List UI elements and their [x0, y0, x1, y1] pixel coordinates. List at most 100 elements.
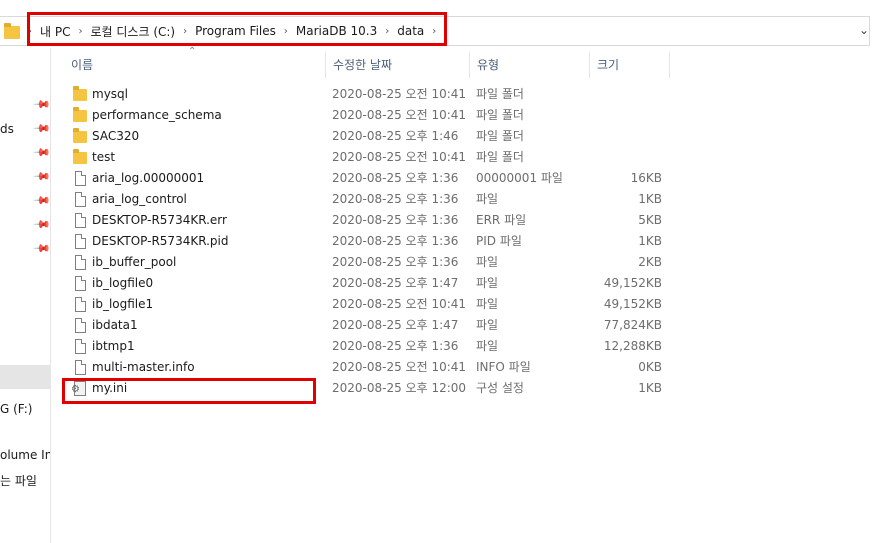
- file-type: 파일: [476, 318, 499, 332]
- file-type: 파일 폴더: [476, 150, 524, 164]
- file-row[interactable]: ib_buffer_pool 2020-08-25 오후 1:36 파일 2KB: [64, 252, 674, 273]
- chevron-right-icon[interactable]: ›: [179, 26, 191, 37]
- file-type: 00000001 파일: [476, 171, 563, 185]
- file-icon: [75, 171, 86, 186]
- file-row[interactable]: performance_schema 2020-08-25 오전 10:41 파…: [64, 105, 674, 126]
- file-icon: [75, 234, 86, 249]
- column-header-size[interactable]: 크기: [590, 52, 670, 78]
- file-name: DESKTOP-R5734KR.pid: [92, 234, 229, 248]
- column-header-date[interactable]: 수정한 날짜: [326, 52, 470, 78]
- chevron-right-icon[interactable]: ›: [280, 26, 292, 37]
- breadcrumb-this-pc[interactable]: 내 PC: [36, 23, 74, 40]
- file-name: performance_schema: [92, 108, 222, 122]
- pin-icon[interactable]: 📌: [32, 95, 50, 114]
- file-name: ib_logfile1: [92, 297, 154, 311]
- file-date: 2020-08-25 오전 10:41: [332, 108, 467, 122]
- chevron-down-icon[interactable]: ⌄: [859, 23, 869, 37]
- file-name: DESKTOP-R5734KR.err: [92, 213, 227, 227]
- folder-icon: [4, 23, 20, 39]
- pin-icon[interactable]: 📌: [32, 239, 50, 258]
- file-icon: [75, 276, 86, 291]
- column-header-name[interactable]: 이름: [64, 52, 326, 78]
- file-row[interactable]: ib_logfile1 2020-08-25 오전 10:41 파일 49,15…: [64, 294, 674, 315]
- address-bar[interactable]: › 내 PC › 로컬 디스크 (C:) › Program Files › M…: [0, 14, 878, 48]
- pin-icon[interactable]: 📌: [32, 215, 50, 234]
- file-row[interactable]: SAC320 2020-08-25 오후 1:46 파일 폴더: [64, 126, 674, 147]
- file-row[interactable]: DESKTOP-R5734KR.pid 2020-08-25 오후 1:36 P…: [64, 231, 674, 252]
- nav-item-volume-info[interactable]: olume Inf: [0, 448, 50, 462]
- nav-item-downloads[interactable]: ds: [0, 122, 14, 136]
- file-row[interactable]: ibdata1 2020-08-25 오후 1:47 파일 77,824KB: [64, 315, 674, 336]
- breadcrumb-program-files[interactable]: Program Files: [191, 24, 280, 38]
- file-type: 파일 폴더: [476, 87, 524, 101]
- column-header-row: ⌃ 이름 수정한 날짜 유형 크기: [64, 46, 674, 78]
- file-date: 2020-08-25 오전 10:41: [332, 87, 467, 101]
- file-icon: [75, 318, 86, 333]
- breadcrumb-local-disk[interactable]: 로컬 디스크 (C:): [86, 23, 179, 40]
- file-type: PID 파일: [476, 234, 522, 248]
- file-type: 파일 폴더: [476, 129, 524, 143]
- breadcrumb-data[interactable]: data: [393, 24, 428, 38]
- file-row[interactable]: aria_log.00000001 2020-08-25 오후 1:36 000…: [64, 168, 674, 189]
- nav-item-files[interactable]: 는 파일: [0, 472, 37, 489]
- pin-icon[interactable]: 📌: [32, 143, 50, 162]
- file-name: SAC320: [92, 129, 140, 143]
- folder-icon: [73, 86, 87, 101]
- file-row[interactable]: mysql 2020-08-25 오전 10:41 파일 폴더: [64, 84, 674, 105]
- file-name: ib_logfile0: [92, 276, 154, 290]
- file-row[interactable]: test 2020-08-25 오전 10:41 파일 폴더: [64, 147, 674, 168]
- file-row[interactable]: ib_logfile0 2020-08-25 오후 1:47 파일 49,152…: [64, 273, 674, 294]
- file-type: ERR 파일: [476, 213, 527, 227]
- pin-icon[interactable]: 📌: [32, 119, 50, 138]
- file-date: 2020-08-25 오전 10:41: [332, 360, 467, 374]
- file-size: 16KB: [630, 171, 662, 185]
- column-header-type[interactable]: 유형: [470, 52, 590, 78]
- pin-icon[interactable]: 📌: [32, 191, 50, 210]
- file-icon: [75, 297, 86, 312]
- file-date: 2020-08-25 오후 1:36: [332, 192, 459, 206]
- chevron-right-icon[interactable]: ›: [24, 26, 36, 37]
- chevron-right-icon[interactable]: ›: [428, 26, 440, 37]
- file-size: 1KB: [638, 234, 662, 248]
- file-type: 파일: [476, 339, 499, 353]
- folder-icon: [73, 149, 87, 164]
- file-type: INFO 파일: [476, 360, 531, 374]
- file-date: 2020-08-25 오후 1:36: [332, 255, 459, 269]
- file-date: 2020-08-25 오후 1:36: [332, 213, 459, 227]
- file-date: 2020-08-25 오전 10:41: [332, 150, 467, 164]
- chevron-right-icon[interactable]: ›: [381, 26, 393, 37]
- file-type: 파일: [476, 276, 499, 290]
- file-name: multi-master.info: [92, 360, 195, 374]
- file-date: 2020-08-25 오후 1:36: [332, 234, 459, 248]
- file-icon: [75, 339, 86, 354]
- file-size: 1KB: [638, 381, 662, 395]
- breadcrumb-mariadb[interactable]: MariaDB 10.3: [292, 24, 381, 38]
- chevron-right-icon[interactable]: ›: [74, 26, 86, 37]
- pin-icon[interactable]: 📌: [32, 167, 50, 186]
- navigation-pane: 📌 ds 📌 📌 📌 📌 📌 📌 G (F:) olume Inf 는 파일: [0, 48, 51, 543]
- file-date: 2020-08-25 오후 1:47: [332, 318, 459, 332]
- nav-item-selected[interactable]: [0, 365, 50, 389]
- folder-icon: [73, 128, 87, 143]
- file-icon: [75, 192, 86, 207]
- file-row[interactable]: DESKTOP-R5734KR.err 2020-08-25 오후 1:36 E…: [64, 210, 674, 231]
- file-date: 2020-08-25 오후 1:36: [332, 171, 459, 185]
- file-row[interactable]: my.ini 2020-08-25 오후 12:00 구성 설정 1KB: [64, 378, 674, 399]
- file-icon: [75, 213, 86, 228]
- file-name: mysql: [92, 87, 128, 101]
- file-size: 1KB: [638, 192, 662, 206]
- file-row[interactable]: aria_log_control 2020-08-25 오후 1:36 파일 1…: [64, 189, 674, 210]
- file-name: test: [92, 150, 116, 164]
- nav-item-drive-f[interactable]: G (F:): [0, 402, 33, 416]
- file-type: 파일 폴더: [476, 108, 524, 122]
- file-type: 파일: [476, 297, 499, 311]
- file-row[interactable]: ibtmp1 2020-08-25 오후 1:36 파일 12,288KB: [64, 336, 674, 357]
- file-date: 2020-08-25 오후 1:47: [332, 276, 459, 290]
- config-file-icon: [71, 381, 86, 396]
- file-size: 49,152KB: [603, 276, 662, 290]
- address-bar-frame: › 내 PC › 로컬 디스크 (C:) › Program Files › M…: [0, 16, 870, 46]
- file-name: aria_log.00000001: [92, 171, 205, 185]
- file-size: 5KB: [638, 213, 662, 227]
- file-row[interactable]: multi-master.info 2020-08-25 오전 10:41 IN…: [64, 357, 674, 378]
- file-date: 2020-08-25 오전 10:41: [332, 297, 467, 311]
